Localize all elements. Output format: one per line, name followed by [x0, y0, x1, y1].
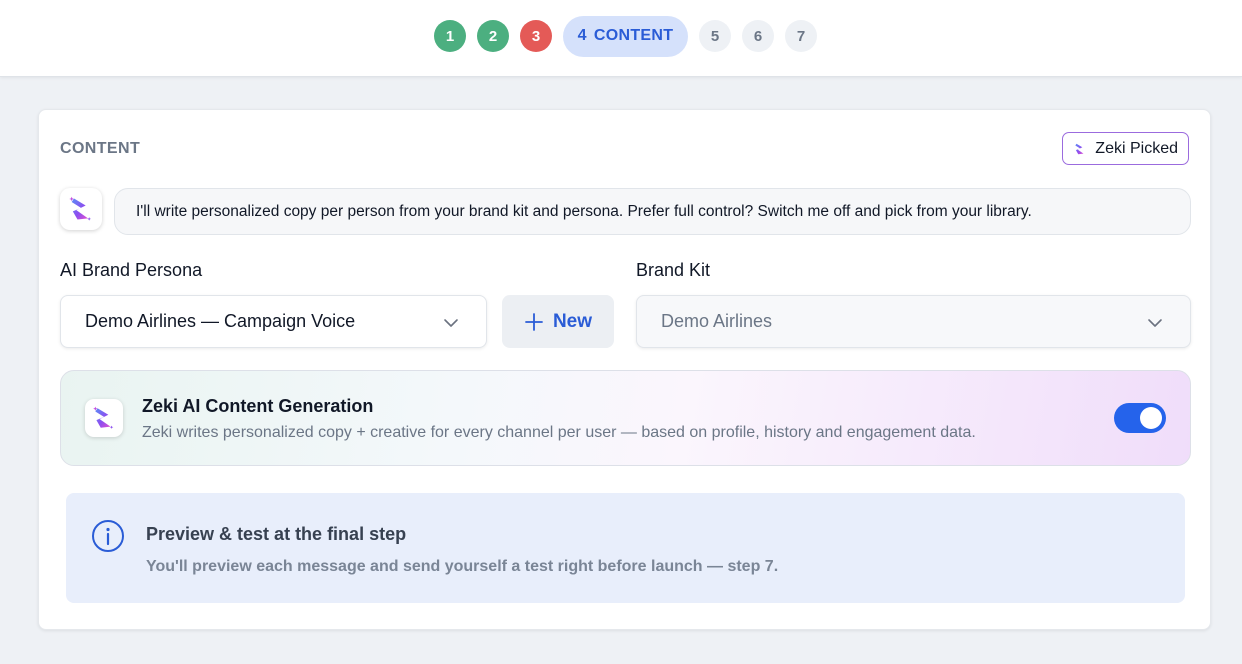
zeki-logo-icon: [1075, 143, 1084, 154]
chevron-down-icon: [1148, 319, 1162, 327]
step-2[interactable]: 2: [477, 20, 509, 52]
assistant-message-text: I'll write personalized copy per person …: [136, 202, 1032, 220]
content-card: CONTENT Zeki Picked I'll write personali…: [38, 109, 1211, 630]
persona-selected-value: Demo Airlines — Campaign Voice: [85, 311, 356, 331]
wizard-stepper: 1 2 3 4 CONTENT 5 6 7: [434, 15, 828, 57]
chevron-down-icon: [444, 319, 458, 327]
info-description: You'll preview each message and send you…: [146, 558, 779, 575]
brand-kit-label: Brand Kit: [636, 260, 711, 280]
zeki-logo-icon: [69, 196, 92, 221]
step-7[interactable]: 7: [785, 20, 817, 52]
zeki-picked-label: Zeki Picked: [1095, 139, 1178, 157]
new-persona-button[interactable]: New: [502, 295, 614, 348]
step-6[interactable]: 6: [742, 20, 774, 52]
brand-kit-select[interactable]: Demo Airlines: [636, 295, 1191, 348]
preview-info-box: Preview & test at the final step You'll …: [66, 493, 1185, 603]
zeki-avatar: [60, 188, 102, 230]
info-title: Preview & test at the final step: [146, 524, 407, 544]
section-title: CONTENT: [60, 140, 141, 157]
ai-generation-panel: Zeki AI Content Generation Zeki writes p…: [60, 370, 1191, 466]
assistant-message: I'll write personalized copy per person …: [114, 188, 1191, 235]
zeki-logo-icon: [93, 406, 114, 429]
plus-icon: [525, 312, 543, 331]
new-persona-label: New: [552, 310, 593, 332]
ai-generation-toggle[interactable]: [1114, 403, 1166, 433]
toggle-knob: [1140, 407, 1162, 429]
step-5[interactable]: 5: [699, 20, 731, 52]
zeki-generation-logo: [85, 399, 123, 437]
step-1[interactable]: 1: [434, 20, 466, 52]
brand-kit-selected-value: Demo Airlines: [661, 311, 773, 331]
persona-select[interactable]: Demo Airlines — Campaign Voice: [60, 295, 487, 348]
step-4-content[interactable]: 4 CONTENT: [563, 15, 688, 57]
wizard-header: 1 2 3 4 CONTENT 5 6 7: [0, 0, 1242, 77]
ai-generation-title: Zeki AI Content Generation: [142, 396, 374, 416]
persona-label: AI Brand Persona: [60, 260, 203, 280]
step-3[interactable]: 3: [520, 20, 552, 52]
info-icon: [92, 520, 124, 552]
zeki-picked-badge[interactable]: Zeki Picked: [1062, 132, 1189, 165]
ai-generation-description: Zeki writes personalized copy + creative…: [142, 424, 976, 441]
